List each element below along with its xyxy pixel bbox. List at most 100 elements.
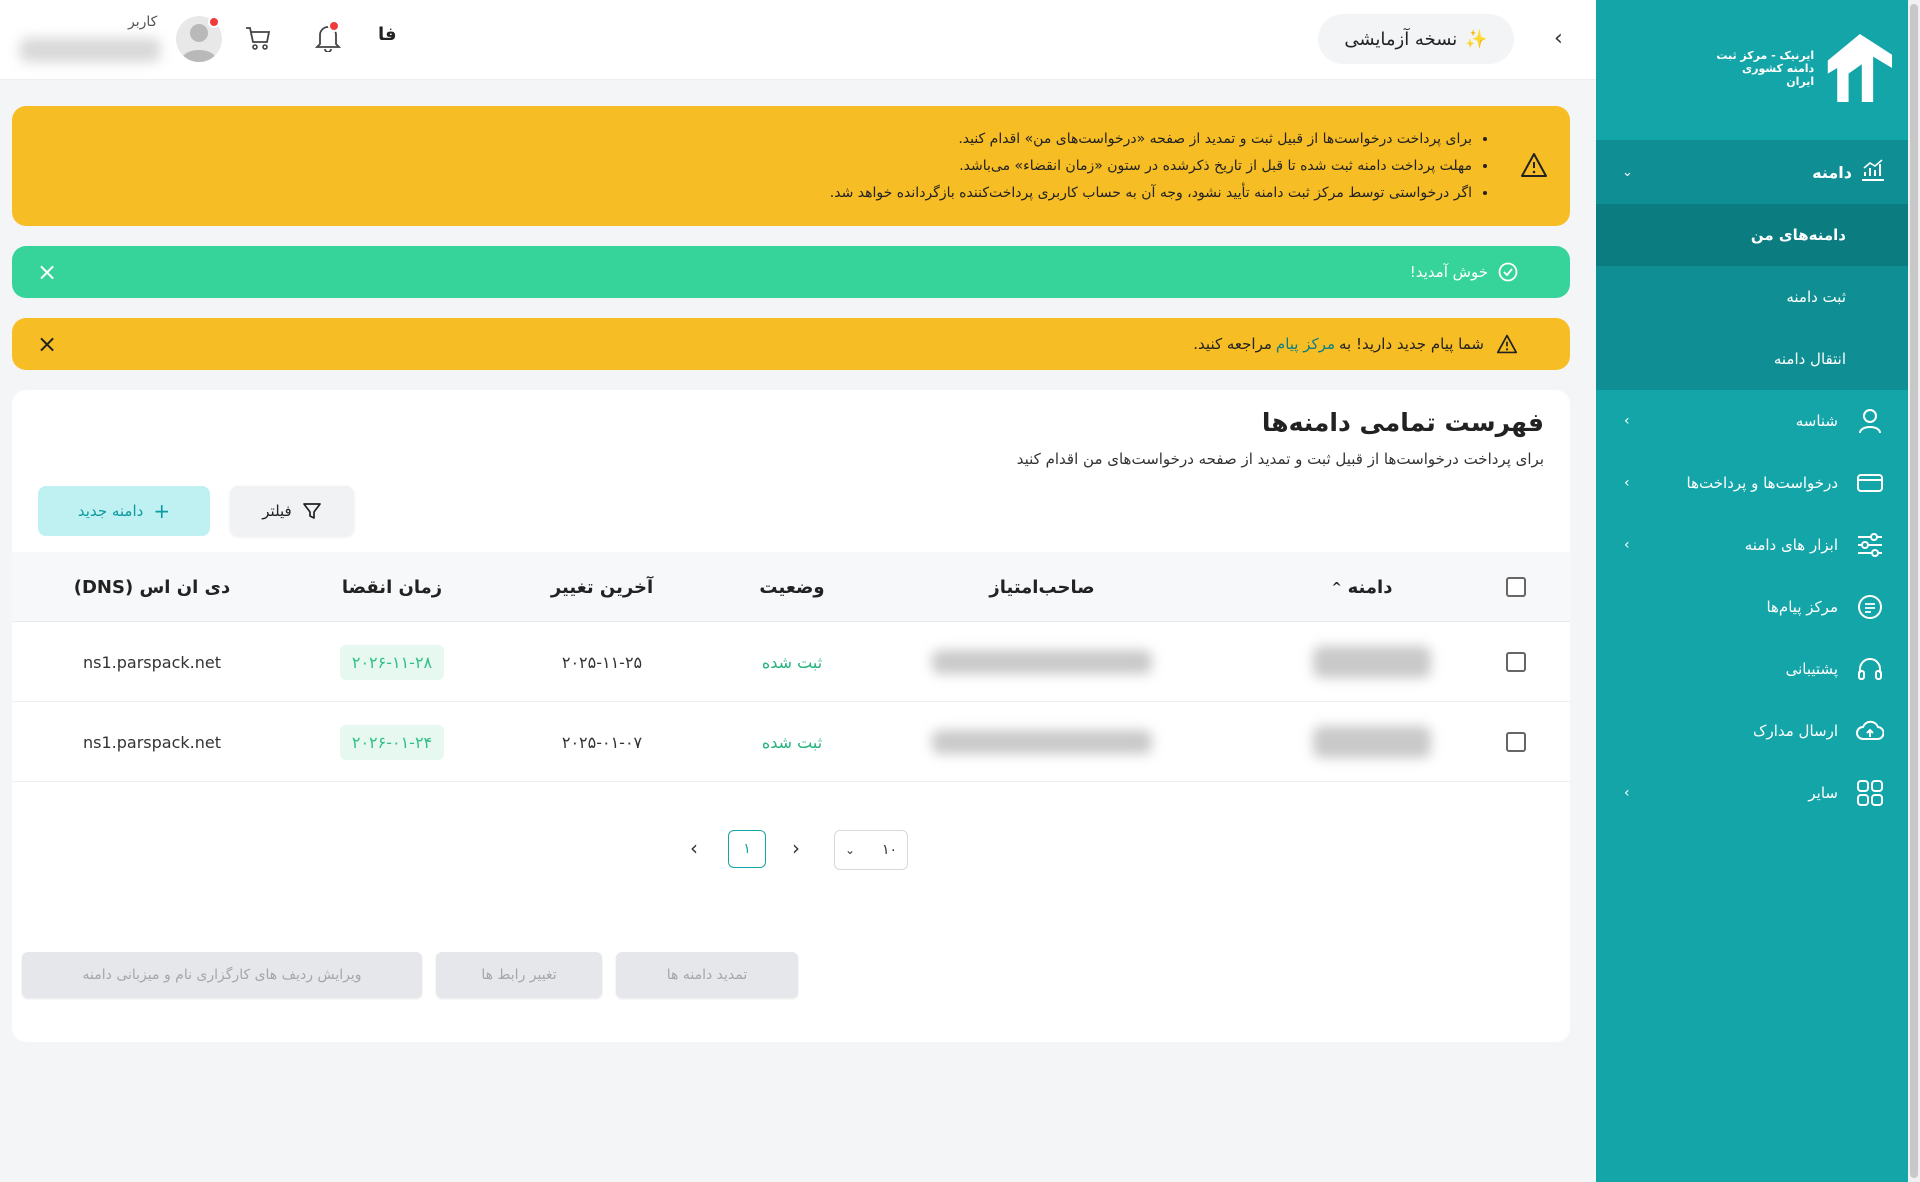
column-expiry[interactable]: زمان انقضا [302, 552, 482, 622]
sort-asc-icon: ^ [1331, 580, 1342, 594]
filter-label: فیلتر [262, 502, 292, 520]
sidebar-item-support[interactable]: پشتیبانی [1596, 638, 1908, 700]
sliders-icon [1856, 531, 1884, 559]
dns-value: ns1.parspack.net [83, 732, 221, 752]
sidebar-item-other[interactable]: سایر › [1596, 762, 1908, 824]
sidebar-item-label: ثبت دامنه [1786, 288, 1846, 306]
table-row[interactable]: ثبت شده ۲۰۲۵-۱۱-۲۵ ۲۰۲۶-۱۱-۲۸ ns1.parspa… [12, 622, 1570, 702]
language-switcher[interactable]: فا [378, 24, 397, 45]
chevron-right-icon: › [1624, 475, 1630, 491]
chevron-right-icon: › [1624, 537, 1630, 553]
notification-button[interactable] [314, 20, 342, 54]
domain-name-redacted[interactable] [1313, 726, 1431, 758]
trial-label: نسخه آزمایشی [1344, 28, 1458, 50]
logo-line-1: ایرنیک - مرکز ثبت [1716, 48, 1815, 62]
check-circle-icon [1498, 262, 1518, 282]
sidebar-scrollbar-thumb[interactable] [1910, 4, 1918, 1178]
notification-dot [328, 20, 340, 32]
filter-icon [302, 503, 321, 519]
nav-section-label: دامنه [1812, 162, 1852, 182]
irnic-logo-icon [1827, 33, 1893, 103]
cart-icon [246, 27, 271, 50]
add-domain-button[interactable]: + دامنه جدید [38, 486, 210, 536]
sidebar: ایرنیک - مرکز ثبت دامنه کشوری ایران دامن… [1596, 0, 1920, 1182]
cart-button[interactable] [244, 24, 272, 52]
table-header: دامنه ^ صاحب‌امتیاز وضعیت آخرین تغییر زم… [12, 552, 1570, 622]
collapse-sidebar-button[interactable]: ‹ [1554, 26, 1563, 51]
last-change-date: ۲۰۲۵-۰۱-۰۷ [561, 732, 643, 752]
domain-name-redacted[interactable] [1313, 646, 1431, 678]
sparkle-icon: ✨ [1465, 28, 1488, 50]
sidebar-scrollbar[interactable] [1908, 0, 1920, 1182]
edit-dns-records-button[interactable]: ویرایش ردیف های کارگزاری نام و میزبانی د… [22, 952, 422, 998]
message-icon [1856, 593, 1884, 621]
welcome-text: خوش آمدید! [1409, 263, 1488, 281]
column-owner[interactable]: صاحب‌امتیاز [922, 552, 1162, 622]
message-alert: شما پیام جدید دارید! به مرکز پیام مراجعه… [12, 318, 1570, 370]
sidebar-item-label: درخواست‌ها و پرداخت‌ها [1686, 474, 1838, 492]
grid-icon [1856, 779, 1884, 807]
logo-line-2: دامنه کشوری ایران [1742, 61, 1815, 88]
sidebar-item-transfer-domain[interactable]: انتقال دامنه [1596, 328, 1908, 390]
info-alert-item: برای پرداخت درخواست‌ها از قبیل ثبت و تمد… [830, 126, 1472, 153]
change-contacts-button[interactable]: تغییر رابط ها [436, 952, 602, 998]
sidebar-item-message-center[interactable]: مرکز پیام‌ها [1596, 576, 1908, 638]
close-icon[interactable]: × [34, 331, 60, 357]
info-alert-list: برای پرداخت درخواست‌ها از قبیل ثبت و تمد… [830, 126, 1488, 207]
sidebar-item-label: سایر [1808, 784, 1838, 802]
user-icon [1856, 407, 1884, 435]
row-checkbox[interactable] [1506, 732, 1526, 752]
sidebar-item-label: انتقال دامنه [1773, 350, 1846, 368]
trial-version-badge[interactable]: ✨ نسخه آزمایشی [1318, 14, 1514, 64]
message-center-link[interactable]: مرکز پیام [1276, 335, 1335, 353]
sidebar-item-label: ارسال مدارک [1753, 722, 1838, 740]
next-page-button[interactable]: › [792, 836, 800, 860]
sidebar-item-label: پشتیبانی [1785, 660, 1838, 678]
chart-icon [1860, 158, 1886, 186]
page-size-value: ۱۰ [881, 842, 897, 858]
logo[interactable]: ایرنیک - مرکز ثبت دامنه کشوری ایران [1716, 22, 1896, 114]
column-dns[interactable]: دی ان اس (DNS) [42, 552, 262, 622]
owner-redacted [932, 650, 1152, 674]
card-icon [1856, 469, 1884, 497]
sidebar-item-upload-documents[interactable]: ارسال مدارک [1596, 700, 1908, 762]
username-redacted [20, 38, 160, 62]
prev-page-button[interactable]: ‹ [690, 836, 698, 860]
plus-icon: + [153, 499, 171, 523]
chevron-down-icon: ⌄ [1622, 164, 1633, 180]
expiry-date-badge: ۲۰۲۶-۱۱-۲۸ [339, 644, 445, 680]
warning-icon [1521, 153, 1547, 177]
sidebar-item-domain-tools[interactable]: ابزار های دامنه › [1596, 514, 1908, 576]
avatar-status-dot [208, 16, 220, 28]
status-badge: ثبت شده [761, 732, 823, 752]
info-alert-item: اگر درخواستی توسط مرکز ثبت دامنه تأیید ن… [830, 180, 1472, 207]
column-domain[interactable]: دامنه ^ [1272, 552, 1452, 622]
page-title: فهرست تمامی دامنه‌ها [1261, 408, 1544, 437]
column-last-change[interactable]: آخرین تغییر [512, 552, 692, 622]
sidebar-item-label: ابزار های دامنه [1744, 536, 1838, 554]
select-all-checkbox[interactable] [1506, 577, 1526, 597]
sidebar-item-register-domain[interactable]: ثبت دامنه [1596, 266, 1908, 328]
chevron-right-icon: › [1624, 413, 1630, 429]
warning-icon [1496, 334, 1518, 354]
renew-domains-button[interactable]: تمدید دامنه ها [616, 952, 798, 998]
add-domain-label: دامنه جدید [77, 502, 144, 520]
cloud-upload-icon [1856, 717, 1884, 745]
info-alert-item: مهلت پرداخت دامنه ثبت شده تا قبل از تاری… [830, 153, 1472, 180]
last-change-date: ۲۰۲۵-۱۱-۲۵ [561, 652, 643, 672]
sidebar-item-label: شناسه [1795, 412, 1838, 430]
close-icon[interactable]: × [34, 259, 60, 285]
row-checkbox[interactable] [1506, 652, 1526, 672]
page-size-select[interactable]: ⌄ ۱۰ [834, 830, 908, 870]
headset-icon [1856, 655, 1884, 683]
sidebar-item-requests-payments[interactable]: درخواست‌ها و پرداخت‌ها › [1596, 452, 1908, 514]
nav-section-domain[interactable]: دامنه ⌄ [1596, 140, 1908, 204]
filter-button[interactable]: فیلتر [230, 486, 354, 536]
sidebar-item-my-domains[interactable]: دامنه‌های من [1596, 204, 1908, 266]
table-row[interactable]: ثبت شده ۲۰۲۵-۰۱-۰۷ ۲۰۲۶-۰۱-۲۴ ns1.parspa… [12, 702, 1570, 782]
owner-redacted [932, 730, 1152, 754]
sidebar-item-identity[interactable]: شناسه › [1596, 390, 1908, 452]
message-alert-suffix: مراجعه کنید. [1193, 335, 1272, 353]
column-status[interactable]: وضعیت [712, 552, 872, 622]
page-number-current[interactable]: ۱ [728, 830, 766, 868]
